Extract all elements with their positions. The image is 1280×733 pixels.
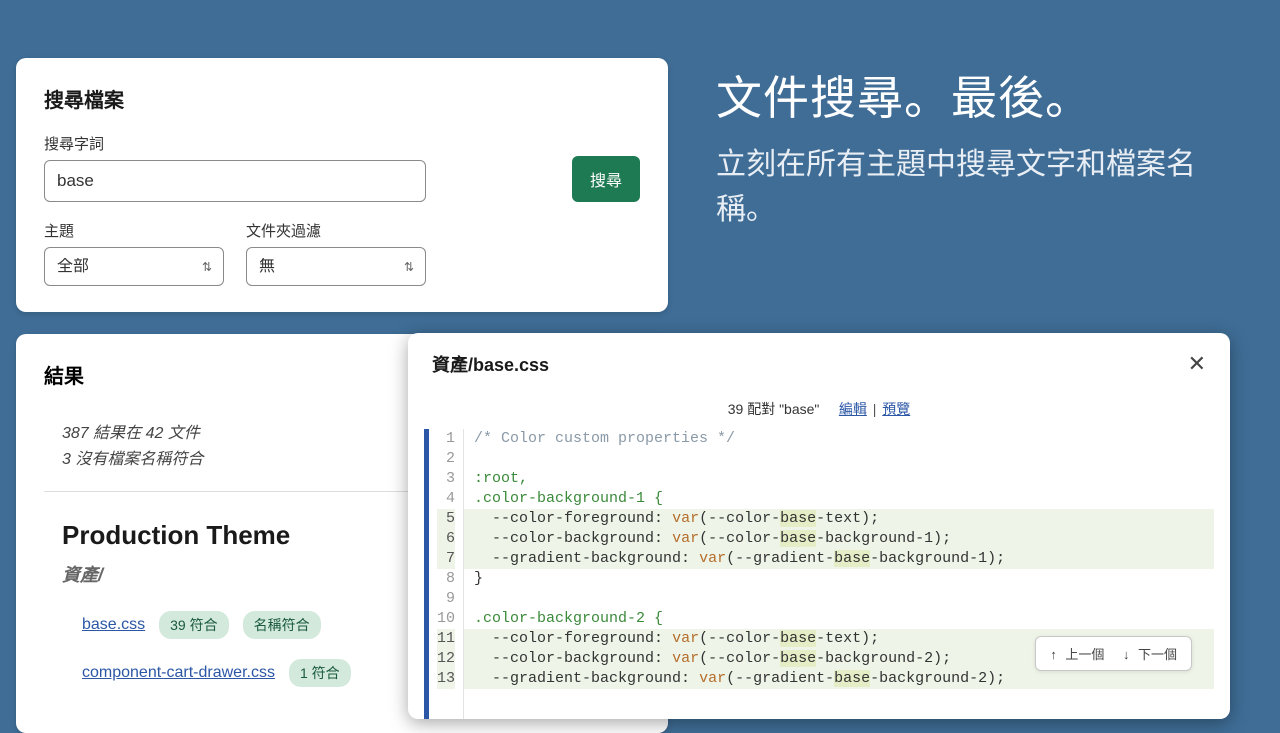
match-count-badge: 1 符合 xyxy=(289,659,351,687)
line-number: 13 xyxy=(437,669,455,689)
line-number: 3 xyxy=(437,469,455,489)
code-line xyxy=(464,449,1214,469)
line-number: 11 xyxy=(437,629,455,649)
code-line: --color-background: var(--color-base-bac… xyxy=(464,529,1214,549)
file-link[interactable]: component-cart-drawer.css xyxy=(82,664,275,682)
separator: | xyxy=(873,401,877,417)
preview-link[interactable]: 預覽 xyxy=(882,401,910,417)
code-line: } xyxy=(464,569,1214,589)
code-line: .color-background-1 { xyxy=(464,489,1214,509)
code-line: --gradient-background: var(--gradient-ba… xyxy=(464,549,1214,569)
theme-filter-label: 主題 xyxy=(44,220,224,241)
folder-filter-select[interactable]: 無 xyxy=(246,247,426,286)
line-number: 9 xyxy=(437,589,455,609)
line-number: 6 xyxy=(437,529,455,549)
line-number: 10 xyxy=(437,609,455,629)
search-term-label: 搜尋字詞 xyxy=(44,133,550,154)
line-number: 4 xyxy=(437,489,455,509)
line-number: 2 xyxy=(437,449,455,469)
line-number: 8 xyxy=(437,569,455,589)
folder-filter-label: 文件夾過濾 xyxy=(246,220,426,241)
line-number: 5 xyxy=(437,509,455,529)
code-toolbar: 39 配對 "base" 編輯 | 預覽 xyxy=(408,393,1230,429)
marketing-subline: 立刻在所有主題中搜尋文字和檔案名稱。 xyxy=(716,142,1246,232)
line-number: 1 xyxy=(437,429,455,449)
edit-link[interactable]: 編輯 xyxy=(839,401,867,417)
code-line: :root, xyxy=(464,469,1214,489)
code-line xyxy=(464,589,1214,609)
code-line: /* Color custom properties */ xyxy=(464,429,1214,449)
code-preview-panel: 資產/base.css ✕ 39 配對 "base" 編輯 | 預覽 12345… xyxy=(408,333,1230,719)
code-line: --gradient-background: var(--gradient-ba… xyxy=(464,669,1214,689)
close-icon[interactable]: ✕ xyxy=(1188,351,1206,377)
search-card: 搜尋檔案 搜尋字詞 搜尋 主題 全部 文件夾過濾 無 xyxy=(16,58,668,312)
prev-match-button[interactable]: ↑ 上一個 xyxy=(1050,644,1105,663)
file-link[interactable]: base.css xyxy=(82,616,145,634)
line-number: 12 xyxy=(437,649,455,669)
code-line: --color-foreground: var(--color-base-tex… xyxy=(464,509,1214,529)
theme-filter-select[interactable]: 全部 xyxy=(44,247,224,286)
search-input[interactable] xyxy=(44,160,426,202)
next-match-button[interactable]: ↓ 下一個 xyxy=(1122,644,1177,663)
name-match-badge: 名稱符合 xyxy=(243,611,321,639)
match-count-badge: 39 符合 xyxy=(159,611,228,639)
search-card-title: 搜尋檔案 xyxy=(44,84,640,113)
match-nav-pill: ↑ 上一個 ↓ 下一個 xyxy=(1035,636,1192,671)
code-filename: 資產/base.css xyxy=(432,351,549,377)
marketing-headline: 文件搜尋。最後。 xyxy=(716,62,1246,128)
match-count: 39 配對 "base" xyxy=(728,401,820,417)
line-number: 7 xyxy=(437,549,455,569)
search-button[interactable]: 搜尋 xyxy=(572,156,640,202)
code-line: .color-background-2 { xyxy=(464,609,1214,629)
